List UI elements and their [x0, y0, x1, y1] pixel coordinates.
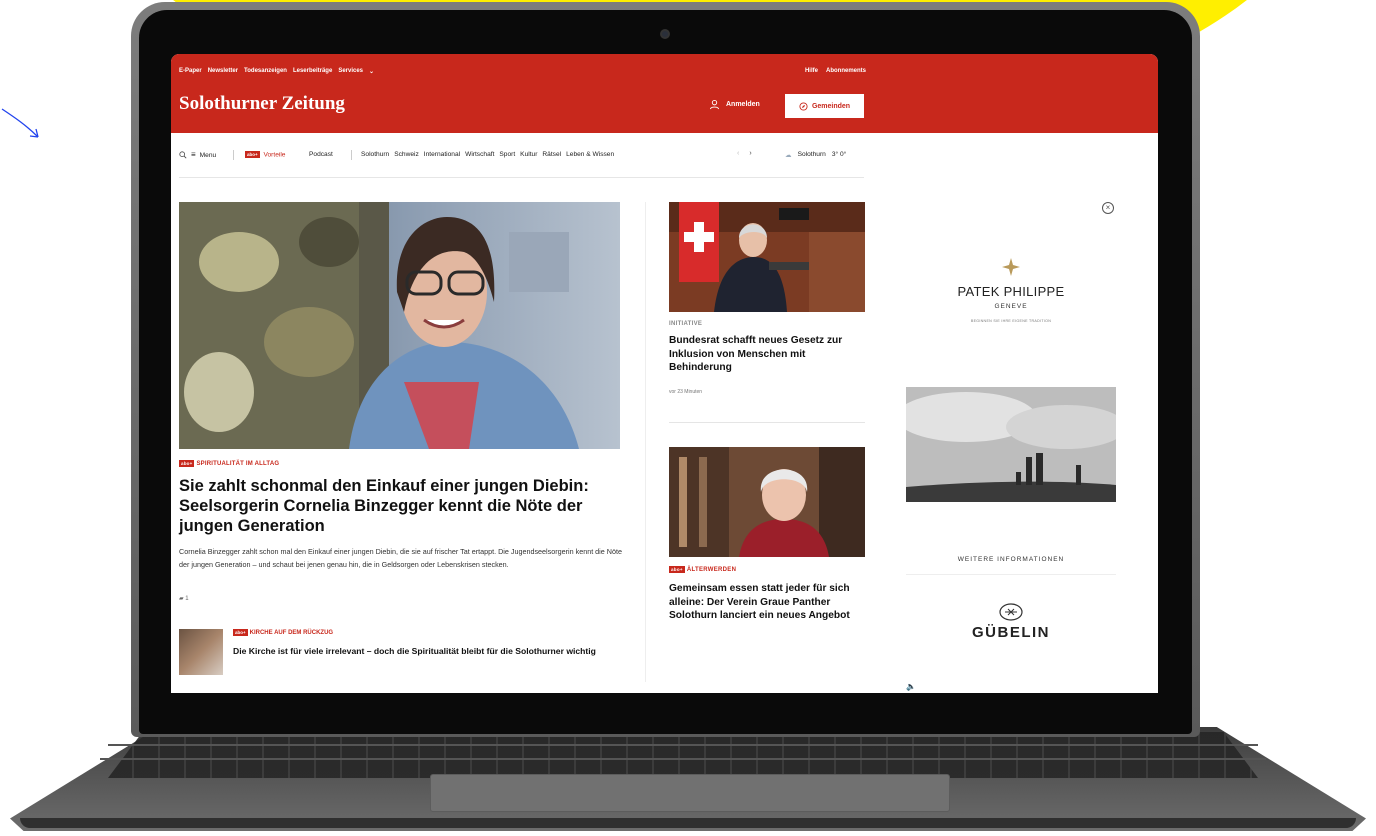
nav-sections: Solothurn Schweiz International Wirtscha…: [361, 151, 614, 158]
gemeinden-label: Gemeinden: [811, 102, 851, 110]
portrait-photo: [179, 202, 620, 449]
top-link-services[interactable]: Services: [338, 68, 363, 75]
mid-divider: [669, 422, 865, 423]
top-right-links: Hilfe Abonnements: [805, 68, 866, 74]
keyboard-row: [100, 758, 1266, 760]
nav-divider: [233, 150, 234, 160]
top-link-todesanzeigen[interactable]: Todesanzeigen: [244, 68, 287, 75]
ad-image[interactable]: [906, 387, 1116, 502]
weather-cloud-icon: ☁: [785, 152, 792, 159]
nav-solothurn[interactable]: Solothurn: [361, 151, 389, 158]
login-label: Anmelden: [726, 101, 760, 108]
comments-count[interactable]: ▰ 1: [179, 595, 189, 602]
mid-headline-2[interactable]: Gemeinsam essen statt jeder für sich all…: [669, 582, 869, 623]
abo-badge: abo+: [179, 460, 195, 467]
ad-divider: [906, 574, 1116, 575]
site-logo[interactable]: Solothurner Zeitung: [179, 93, 345, 115]
help-link[interactable]: Hilfe: [805, 68, 818, 74]
login-button[interactable]: Anmelden: [709, 99, 760, 110]
ad-info-link[interactable]: WEITERE INFORMATIONEN: [911, 556, 1111, 563]
abo-badge: abo+: [245, 151, 260, 158]
comments-number: 1: [185, 596, 189, 602]
senior-portrait-photo: [669, 447, 865, 557]
header-divider: [179, 177, 864, 178]
nav-divider: [351, 150, 352, 160]
menu-label: Menu: [199, 151, 217, 159]
abonnements-link[interactable]: Abonnements: [826, 68, 866, 74]
weather-temperature: 3° 0°: [831, 151, 847, 158]
comment-icon: ▰: [179, 596, 184, 602]
top-link-epaper[interactable]: E-Paper: [179, 68, 202, 75]
main-kicker-label: SPIRITUALITÄT IM ALLTAG: [196, 460, 280, 467]
nav-wirtschaft[interactable]: Wirtschaft: [465, 151, 494, 158]
user-icon: [709, 100, 720, 110]
small-article-thumbnail[interactable]: [179, 629, 223, 675]
main-headline[interactable]: Sie zahlt schonmal den Einkauf einer jun…: [179, 476, 624, 536]
ad-close-icon[interactable]: ×: [1102, 202, 1114, 214]
nav-schweiz[interactable]: Schweiz: [394, 151, 419, 158]
mid-headline-1[interactable]: Bundesrat schafft neues Gesetz zur Inklu…: [669, 334, 869, 375]
trackpad: [430, 774, 950, 812]
main-kicker: abo+ SPIRITUALITÄT IM ALLTAG: [179, 460, 279, 467]
nav-vorteile-label: Vorteile: [263, 151, 286, 159]
speaker-icon[interactable]: 🔈: [906, 682, 916, 691]
ad-tagline: BEGINNEN SIE IHRE EIGENE TRADITION: [970, 319, 1052, 323]
column-divider: [645, 202, 646, 682]
main-lead: Cornelia Binzegger zahlt schon mal den E…: [179, 547, 622, 569]
arrow-icon: [1, 108, 39, 138]
browser-screen: E-Paper Newsletter Todesanzeigen Leserbe…: [171, 54, 1158, 693]
top-link-leserbeitraege[interactable]: Leserbeiträge: [293, 68, 332, 75]
laptop-base-edge: [20, 818, 1356, 828]
menu-button[interactable]: ≡ Menu: [179, 151, 216, 159]
small-kicker-label: KIRCHE AUF DEM RÜCKZUG: [249, 629, 334, 636]
mid-kicker-2: abo+ ÄLTERWERDEN: [669, 566, 736, 573]
gubelin-emblem-icon: [999, 603, 1023, 621]
chevron-down-icon[interactable]: ⌄: [369, 68, 374, 75]
ad-brand-city: GENEVE: [994, 303, 1028, 310]
calatrava-cross-icon: [1002, 258, 1020, 276]
search-icon[interactable]: [179, 151, 187, 159]
chevron-left-icon[interactable]: ‹: [737, 150, 739, 157]
hero-image[interactable]: [179, 202, 620, 449]
compass-icon: [799, 101, 808, 111]
stage: E-Paper Newsletter Todesanzeigen Leserbe…: [0, 0, 1376, 836]
nav-sport[interactable]: Sport: [499, 151, 515, 158]
mid-kicker-1: INITIATIVE: [669, 321, 703, 327]
senior-woman-image[interactable]: [669, 447, 865, 557]
small-article-kicker: abo+ KIRCHE AUF DEM RÜCKZUG: [233, 629, 333, 636]
nav-scroll-arrows: ‹ ›: [737, 150, 752, 157]
nav-leben-wissen[interactable]: Leben & Wissen: [566, 151, 614, 158]
weather-widget[interactable]: ☁ Solothurn 3° 0°: [785, 151, 846, 159]
nav-international[interactable]: International: [424, 151, 460, 158]
weather-location: Solothurn: [797, 151, 826, 158]
nav-kultur[interactable]: Kultur: [520, 151, 537, 158]
keyboard: [108, 732, 1258, 778]
nav-vorteile[interactable]: abo+ Vorteile: [245, 151, 285, 158]
parliament-photo: [669, 202, 865, 312]
abo-badge: abo+: [233, 629, 248, 636]
top-link-newsletter[interactable]: Newsletter: [208, 68, 238, 75]
nav-raetsel[interactable]: Rätsel: [542, 151, 561, 158]
abo-badge: abo+: [669, 566, 685, 573]
nav-podcast[interactable]: Podcast: [309, 151, 333, 158]
small-article-headline[interactable]: Die Kirche ist für viele irrelevant – do…: [233, 645, 613, 657]
keyboard-row: [108, 744, 1258, 746]
parliament-image[interactable]: [669, 202, 865, 312]
mid-time-1: vor 23 Minuten: [669, 389, 703, 395]
ad-brand-name-2[interactable]: GÜBELIN: [911, 624, 1111, 641]
ad-landscape-photo: [906, 387, 1116, 502]
ad-brand-name[interactable]: PATEK PHILIPPE: [911, 284, 1111, 299]
top-links: E-Paper Newsletter Todesanzeigen Leserbe…: [179, 68, 374, 75]
chevron-right-icon[interactable]: ›: [749, 150, 751, 157]
gemeinden-button[interactable]: Gemeinden: [785, 94, 864, 118]
mid-kicker-2-label: ÄLTERWERDEN: [686, 566, 737, 573]
hamburger-icon[interactable]: ≡: [191, 151, 196, 159]
camera-icon: [660, 29, 670, 39]
